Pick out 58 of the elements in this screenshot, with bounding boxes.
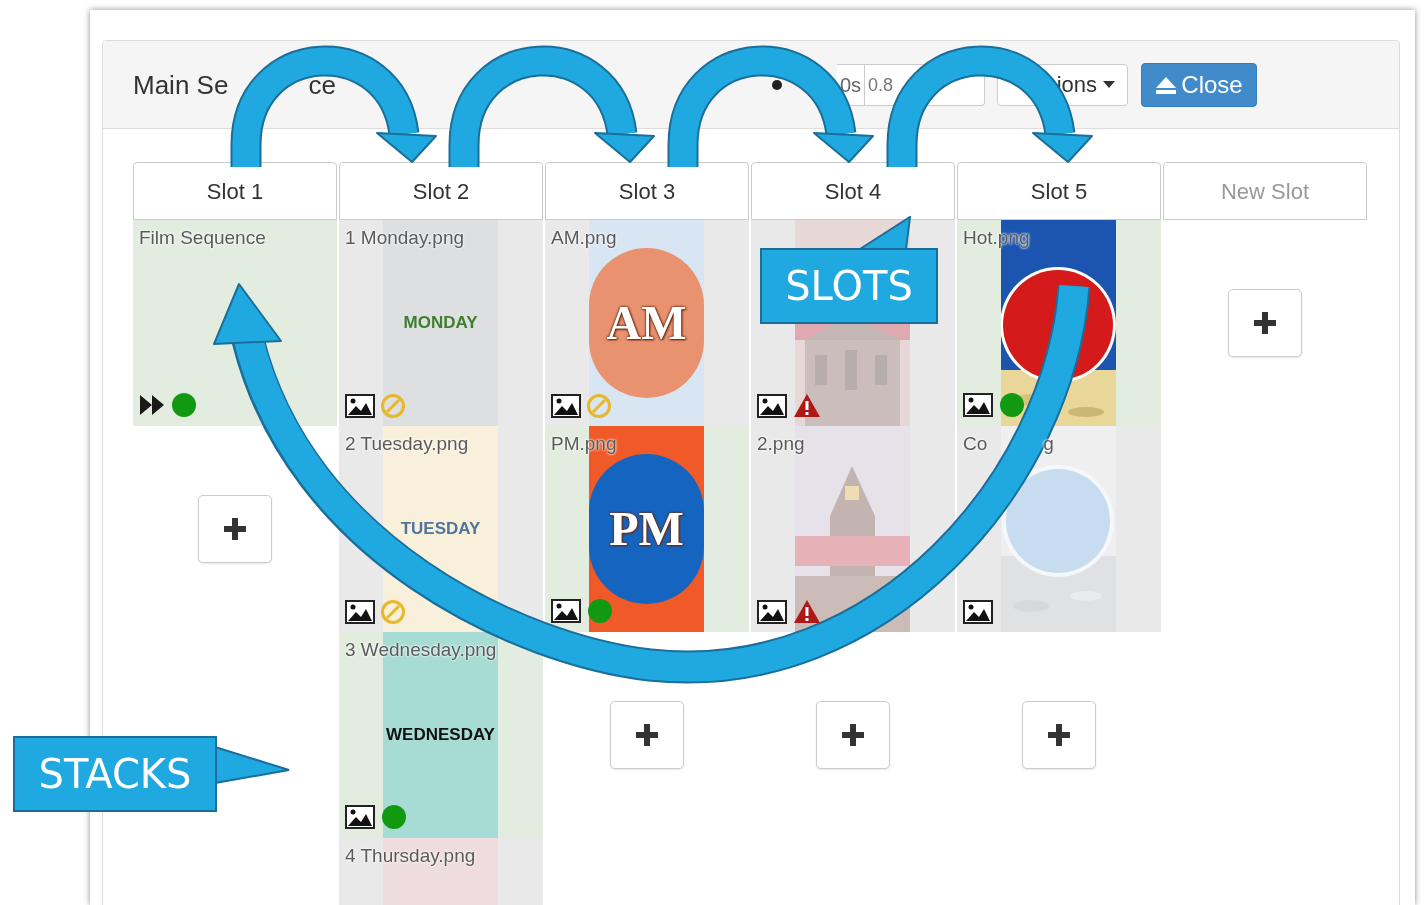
slot-header[interactable]: Slot 1	[133, 162, 337, 220]
image-icon	[757, 393, 787, 418]
stack-item[interactable]: 1 Monday.png MONDAY	[339, 220, 543, 426]
status-dot-icon	[587, 598, 613, 624]
add-button[interactable]	[1022, 701, 1096, 769]
image-icon	[551, 394, 581, 418]
panel-title: Main Se	[133, 69, 229, 100]
item-label: Film Sequence	[139, 227, 266, 249]
thumbnail-text: PM	[609, 501, 684, 557]
fast-forward-icon	[139, 394, 165, 416]
thumbnail-text: AM	[606, 295, 687, 351]
item-label: 2 Tuesday.png	[345, 433, 469, 455]
plus-icon	[1254, 312, 1276, 334]
close-button[interactable]: Close	[1141, 62, 1257, 107]
image-icon	[963, 600, 993, 624]
item-label: 2.png	[757, 433, 805, 455]
stack-item[interactable]: 4 Thursday.png	[339, 838, 543, 905]
thumbnail-text: TUESDAY	[400, 518, 481, 541]
slot-header[interactable]: Slot 4	[751, 162, 955, 220]
thumbnail-text: MONDAY	[403, 312, 478, 335]
plus-icon	[1048, 724, 1070, 746]
panel-title: ce	[308, 69, 336, 100]
plus-icon	[842, 724, 864, 746]
disabled-icon	[381, 394, 405, 418]
eject-icon	[1155, 75, 1178, 94]
warning-icon	[793, 599, 821, 624]
item-label: 1 Monday.png	[345, 227, 464, 249]
item-label: 3 Wednesday.png	[345, 639, 497, 661]
slot-header[interactable]: Slot 5	[957, 162, 1161, 220]
item-label: Co	[963, 433, 988, 455]
image-icon	[551, 599, 581, 623]
stack-item[interactable]: AM.png AM	[545, 220, 749, 426]
add-button[interactable]	[610, 701, 684, 769]
status-dot-icon	[171, 392, 197, 418]
slot-header[interactable]: Slot 2	[339, 162, 543, 220]
image-icon	[345, 600, 375, 624]
spinner-icon	[771, 78, 783, 91]
status-dot-icon	[999, 392, 1025, 418]
item-label: AM.png	[551, 227, 617, 249]
image-icon	[345, 394, 375, 418]
image-icon	[963, 393, 993, 417]
disabled-icon	[381, 600, 405, 624]
thumbnail-text: WEDNESDAY	[386, 724, 495, 747]
warning-icon	[793, 393, 821, 418]
plus-icon	[224, 518, 246, 540]
add-button[interactable]	[198, 495, 272, 563]
item-label: g	[1043, 433, 1054, 455]
add-button[interactable]	[816, 701, 890, 769]
slot-header[interactable]: Slot 3	[545, 162, 749, 220]
disabled-icon	[587, 394, 611, 418]
stack-item[interactable]: 3 Wednesday.png WEDNESDAY	[339, 632, 543, 838]
status-dot-icon	[381, 804, 407, 830]
plus-icon	[636, 724, 658, 746]
caret-icon	[1103, 81, 1115, 88]
item-label: 4 Thursday.png	[345, 845, 476, 867]
add-button[interactable]	[1228, 289, 1302, 357]
image-icon	[345, 805, 375, 829]
image-icon	[757, 599, 787, 624]
